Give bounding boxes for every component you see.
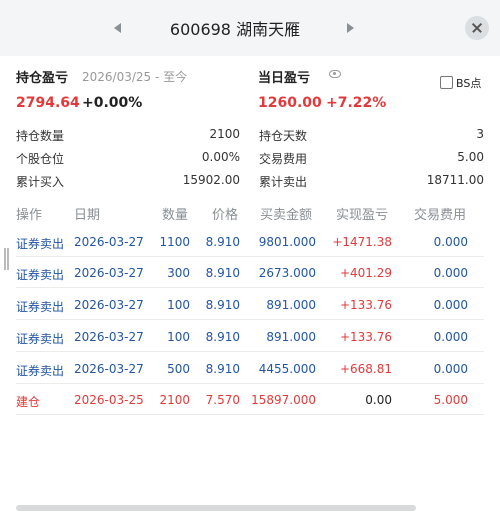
cell-price: 8.910 [205, 266, 240, 280]
stat-label: 累计买入 [16, 175, 65, 189]
cell-quantity: 500 [167, 362, 190, 376]
stat-label: 交易费用 [259, 152, 308, 166]
cell-action[interactable]: 证券卖出 [16, 362, 64, 379]
cell-date: 2026-03-27 [74, 266, 144, 280]
cell-quantity: 2100 [159, 393, 190, 407]
stat-value: 3 [476, 127, 484, 141]
date-range: 2026/03/25 - 至今 [82, 70, 188, 84]
cell-quantity: 1100 [159, 235, 190, 249]
bs-point-label: BS点 [456, 77, 482, 90]
stat-label: 持仓天数 [259, 129, 308, 143]
close-icon[interactable] [465, 16, 489, 40]
stat-value: 18711.00 [426, 173, 484, 187]
column-header-amount: 买卖金额 [260, 208, 313, 223]
horizontal-scrollbar[interactable] [16, 505, 416, 511]
cell-fee: 0.000 [433, 235, 468, 249]
table-row: 证券卖出 2026-03-27 1100 8.910 9801.000 +147… [16, 226, 484, 257]
cell-fee: 5.000 [433, 393, 468, 407]
stat-value: 2100 [209, 127, 240, 141]
column-header-date: 日期 [74, 208, 101, 223]
cell-fee: 0.000 [433, 266, 468, 280]
stat-value: 0.00% [201, 150, 240, 164]
eye-icon[interactable] [329, 70, 341, 78]
header-bar: 600698 湖南天雁 [0, 0, 500, 56]
table-row: 建仓 2026-03-25 2100 7.570 15897.000 0.00 … [16, 384, 484, 415]
cell-quantity: 100 [167, 330, 190, 344]
table-row: 证券卖出 2026-03-27 100 8.910 891.000 +133.7… [16, 289, 484, 320]
cell-action[interactable]: 证券卖出 [16, 330, 64, 347]
stat-value: 5.00 [457, 150, 484, 164]
cell-fee: 0.000 [433, 330, 468, 344]
stat-label: 个股仓位 [16, 152, 65, 166]
position-pl-value: 2794.64 [16, 95, 80, 111]
cell-price: 7.570 [205, 393, 240, 407]
cell-price: 8.910 [205, 235, 240, 249]
cell-action[interactable]: 证券卖出 [16, 298, 64, 315]
next-stock-chevron-right-icon[interactable] [342, 18, 358, 38]
stat-value: 15902.00 [182, 173, 240, 187]
stat-label: 持仓数量 [16, 129, 65, 143]
position-pl-label: 持仓盈亏 [16, 71, 69, 86]
cell-amount: 891.000 [266, 330, 316, 344]
stat-label: 累计卖出 [259, 175, 308, 189]
daily-pl-value: 1260.00 [258, 95, 322, 111]
cell-amount: 4455.000 [258, 362, 316, 376]
cell-price: 8.910 [205, 330, 240, 344]
cell-realized-pl: +668.81 [339, 362, 392, 376]
cell-action[interactable]: 证券卖出 [16, 235, 64, 252]
cell-realized-pl: +133.76 [339, 330, 392, 344]
prev-stock-chevron-left-icon[interactable] [110, 18, 126, 38]
column-header-fee: 交易费用 [414, 208, 467, 223]
cell-realized-pl: 0.00 [365, 393, 392, 407]
table-row: 证券卖出 2026-03-27 300 8.910 2673.000 +401.… [16, 257, 484, 288]
table-row: 证券卖出 2026-03-27 100 8.910 891.000 +133.7… [16, 321, 484, 352]
position-pl-pct: +0.00% [82, 95, 143, 111]
cell-date: 2026-03-27 [74, 235, 144, 249]
cell-price: 8.910 [205, 362, 240, 376]
cell-quantity: 100 [167, 298, 190, 312]
cell-amount: 2673.000 [258, 266, 316, 280]
cell-action: 建仓 [16, 395, 41, 409]
bs-point-checkbox[interactable] [440, 76, 453, 89]
cell-date: 2026-03-25 [74, 393, 144, 407]
cell-fee: 0.000 [433, 298, 468, 312]
daily-pl-label: 当日盈亏 [258, 71, 311, 86]
cell-amount: 15897.000 [251, 393, 316, 407]
cell-fee: 0.000 [433, 362, 468, 376]
cell-price: 8.910 [205, 298, 240, 312]
table-row: 证券卖出 2026-03-27 500 8.910 4455.000 +668.… [16, 353, 484, 384]
daily-pl-pct: +7.22% [326, 95, 387, 111]
column-header-quantity: 数量 [162, 208, 189, 223]
cell-amount: 9801.000 [258, 235, 316, 249]
resize-handle[interactable] [4, 248, 10, 270]
cell-amount: 891.000 [266, 298, 316, 312]
cell-realized-pl: +401.29 [339, 266, 392, 280]
cell-quantity: 300 [167, 266, 190, 280]
cell-action[interactable]: 证券卖出 [16, 266, 64, 283]
column-header-price: 价格 [212, 208, 239, 223]
column-header-action: 操作 [16, 208, 43, 223]
column-header-realized-pl: 实现盈亏 [336, 208, 389, 223]
cell-date: 2026-03-27 [74, 298, 144, 312]
stock-title: 600698 湖南天雁 [169, 20, 301, 39]
cell-realized-pl: +1471.38 [332, 235, 392, 249]
cell-date: 2026-03-27 [74, 330, 144, 344]
cell-realized-pl: +133.76 [339, 298, 392, 312]
cell-date: 2026-03-27 [74, 362, 144, 376]
